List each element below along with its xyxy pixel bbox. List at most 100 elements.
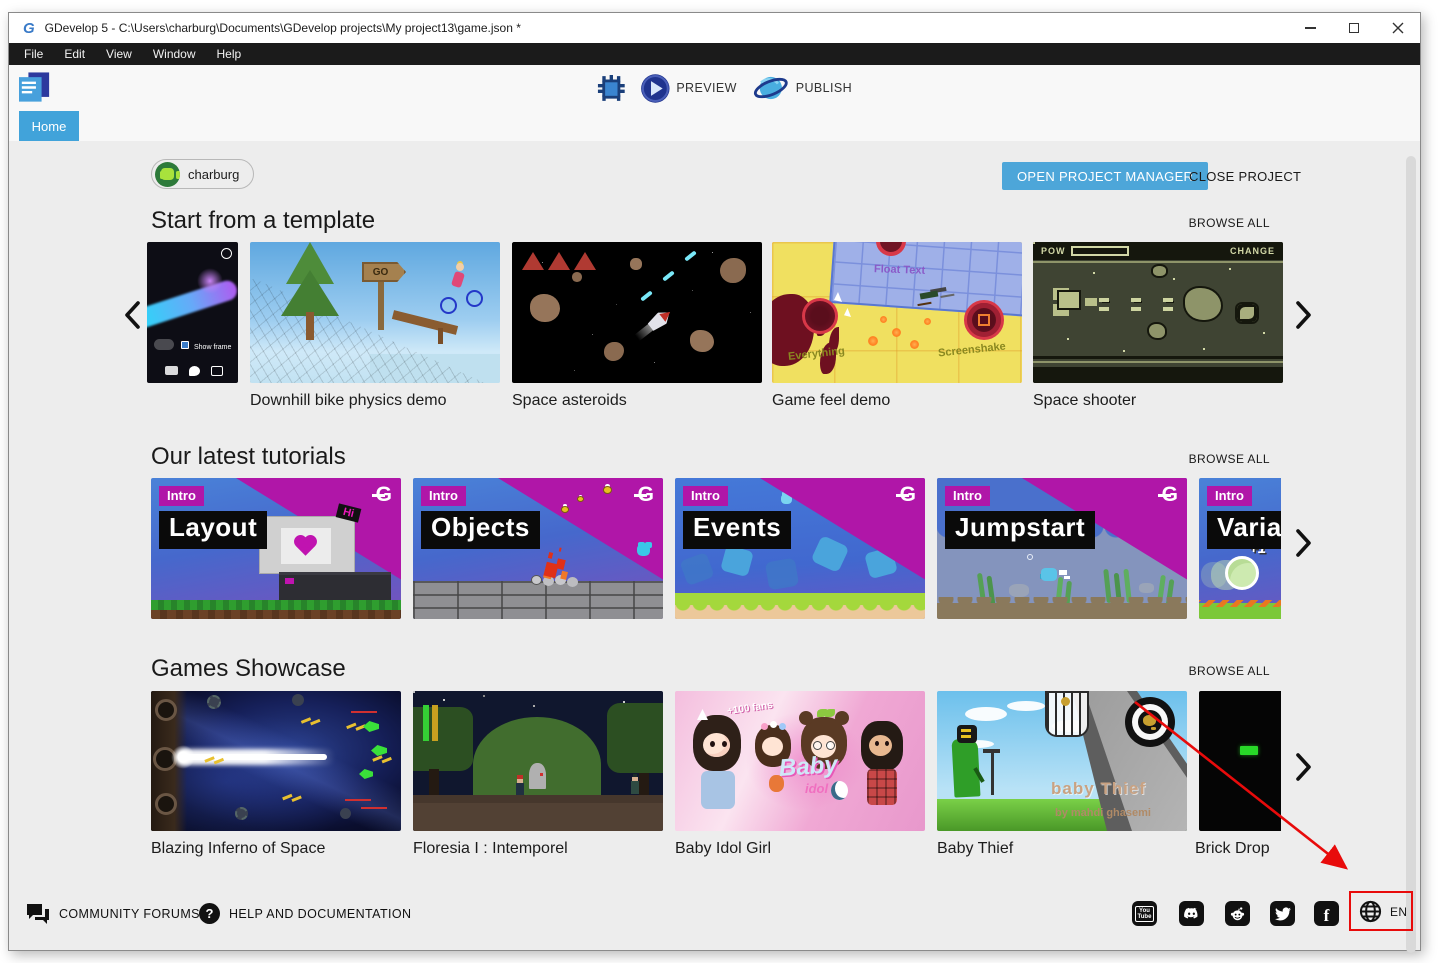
tombstone: [529, 763, 546, 789]
preview-button[interactable]: PREVIEW: [639, 73, 736, 104]
target-bracket: [978, 314, 990, 326]
sign-post: [378, 276, 384, 330]
fish: [1041, 568, 1057, 581]
pixel-asteroid: [1147, 322, 1167, 340]
tutorial-card-jumpstart[interactable]: G Intro Jumpstart: [937, 478, 1187, 619]
pixel-character: [631, 781, 639, 794]
twitter-button[interactable]: [1270, 901, 1295, 926]
window-controls: [1288, 13, 1420, 43]
app-window: G GDevelop 5 - C:\Users\charburg\Documen…: [8, 12, 1421, 951]
showcase-card-brick-drop[interactable]: [1199, 691, 1281, 831]
menu-edit[interactable]: Edit: [64, 47, 85, 61]
tutorials-row: G Intro Layout Hi G Intro Objects: [151, 478, 1281, 619]
baby-thief-byline: by mahdi ghasemi: [1055, 807, 1151, 819]
zigzag-strip: [1199, 600, 1281, 607]
tutorial-card-events[interactable]: G Intro Events: [675, 478, 925, 619]
template-card-label: Downhill bike physics demo: [250, 392, 447, 410]
minimize-button[interactable]: [1288, 13, 1332, 43]
showcase-card-label: Baby Idol Girl: [675, 840, 771, 858]
idol-title-text: idol: [805, 781, 828, 796]
close-project-button[interactable]: CLOSE PROJECT: [1189, 162, 1301, 190]
templates-prev-arrow[interactable]: [121, 299, 145, 334]
dirt-strip: [151, 610, 401, 619]
youtube-button[interactable]: YouTube: [1132, 901, 1157, 926]
menu-file[interactable]: File: [24, 47, 43, 61]
tutorial-card-variables[interactable]: G Intro Variab +1: [1199, 478, 1281, 619]
laser-bolt: [662, 270, 675, 281]
maximize-button[interactable]: [1332, 13, 1376, 43]
green-brick: [1240, 746, 1258, 755]
template-card-game-feel[interactable]: Float Text Everything Screenshake: [772, 242, 1022, 383]
tutorial-card-objects[interactable]: G Intro Objects: [413, 478, 663, 619]
glow-dot: [892, 328, 901, 337]
user-chip[interactable]: charburg: [151, 159, 254, 189]
pixel-asteroid: [1183, 286, 1223, 322]
publish-button[interactable]: PUBLISH: [752, 72, 852, 104]
discord-button[interactable]: [1179, 901, 1204, 926]
gdevelop-logo-icon: G: [638, 483, 654, 507]
tutorials-next-arrow[interactable]: [1291, 527, 1315, 562]
rider-head: [456, 263, 464, 271]
username: charburg: [188, 167, 239, 182]
sign-pole: [991, 753, 994, 795]
showcase-section-title: Games Showcase: [151, 655, 346, 683]
center-toolbar-group: PREVIEW PUBLISH: [597, 65, 852, 111]
menu-bar: File Edit View Window Help: [9, 43, 1420, 65]
menu-help[interactable]: Help: [217, 47, 242, 61]
facebook-button[interactable]: f: [1314, 901, 1339, 926]
rider-body: [451, 271, 465, 288]
showcase-card-baby-thief[interactable]: baby Thief by mahdi ghasemi: [937, 691, 1187, 831]
template-card-label: Space shooter: [1033, 392, 1136, 410]
showcase-next-arrow[interactable]: [1291, 751, 1315, 786]
template-card-partial[interactable]: Show frame: [147, 242, 238, 383]
help-documentation-button[interactable]: ? HELP AND DOCUMENTATION: [199, 903, 411, 924]
showcase-card-floresia[interactable]: [413, 691, 663, 831]
twitter-mini-icon: [189, 366, 200, 376]
tree-foliage: [281, 270, 339, 316]
tutorial-title: Jumpstart: [945, 511, 1095, 549]
project-manager-button[interactable]: [19, 72, 51, 108]
penguin: [831, 781, 848, 800]
open-project-manager-button[interactable]: OPEN PROJECT MANAGER: [1002, 162, 1208, 190]
debug-bug-icon: [597, 75, 624, 102]
template-card-downhill-bike[interactable]: GO: [250, 242, 500, 383]
intro-badge: Intro: [945, 486, 990, 506]
tutorials-browse-all[interactable]: BROWSE ALL: [1189, 452, 1270, 466]
language-button[interactable]: EN: [1358, 899, 1407, 924]
debug-button[interactable]: [597, 75, 624, 102]
tree-trunk: [429, 769, 439, 797]
glow-dot: [924, 318, 931, 325]
bee: [561, 506, 569, 513]
publish-label: PUBLISH: [796, 81, 852, 95]
template-card-space-asteroids[interactable]: [512, 242, 762, 383]
vertical-scrollbar[interactable]: [1406, 156, 1416, 953]
ghost-creature: [1225, 556, 1259, 590]
community-forums-button[interactable]: COMMUNITY FORUMS: [26, 903, 200, 925]
showcase-card-label: Blazing Inferno of Space: [151, 840, 325, 858]
tab-home[interactable]: Home: [19, 111, 79, 141]
tutorial-card-layout[interactable]: G Intro Layout Hi: [151, 478, 401, 619]
sand-bumps: [937, 597, 1187, 605]
project-manager-icon: [19, 72, 51, 103]
close-button[interactable]: [1376, 13, 1420, 43]
falling-creature: [810, 535, 849, 573]
laser-bolt: [684, 250, 697, 261]
float-text-label: Float Text: [874, 263, 926, 277]
template-card-space-shooter[interactable]: POW CHANGE: [1033, 242, 1283, 383]
twitter-icon: [1275, 906, 1291, 922]
asteroid: [530, 294, 560, 322]
menu-view[interactable]: View: [106, 47, 132, 61]
showcase-card-label: Brick Drop: [1195, 840, 1270, 858]
intro-badge: Intro: [683, 486, 728, 506]
go-sign: GO: [362, 262, 406, 282]
templates-browse-all[interactable]: BROWSE ALL: [1189, 216, 1270, 230]
showcase-card-blazing-inferno[interactable]: [151, 691, 401, 831]
reddit-button[interactable]: [1225, 901, 1250, 926]
menu-window[interactable]: Window: [153, 47, 196, 61]
showcase-card-baby-idol[interactable]: +100 fans Baby idol: [675, 691, 925, 831]
chevron-right-icon: [1291, 527, 1315, 559]
showcase-card-label: Baby Thief: [937, 840, 1013, 858]
creature-icon: [161, 168, 174, 180]
templates-next-arrow[interactable]: [1291, 299, 1315, 334]
showcase-browse-all[interactable]: BROWSE ALL: [1189, 664, 1270, 678]
